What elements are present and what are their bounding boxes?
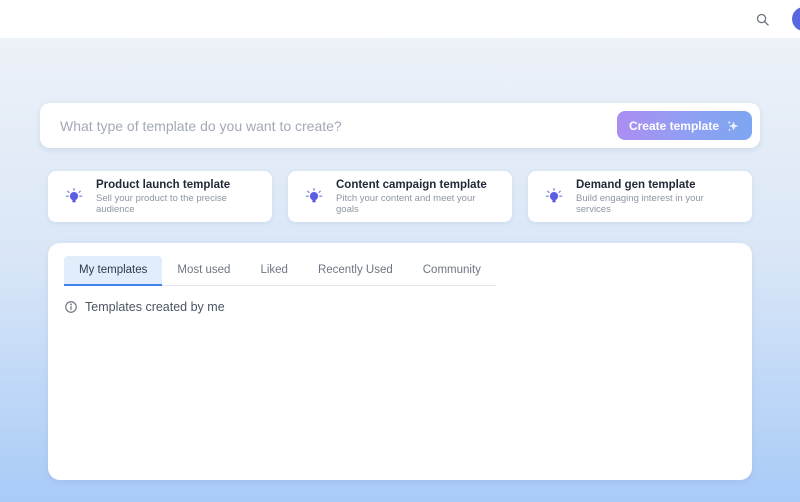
info-icon — [64, 300, 78, 314]
user-avatar[interactable] — [792, 7, 800, 31]
template-prompt-input[interactable] — [60, 118, 617, 134]
top-bar — [0, 0, 800, 38]
search-icon — [755, 12, 770, 27]
suggestion-card-demand-gen[interactable]: Demand gen template Build engaging inter… — [528, 171, 752, 222]
templates-tab-bar: My templates Most used Liked Recently Us… — [64, 256, 496, 286]
suggestion-card-content-campaign[interactable]: Content campaign template Pitch your con… — [288, 171, 512, 222]
card-text-block: Product launch template Sell your produc… — [96, 179, 258, 215]
empty-state-message: Templates created by me — [85, 300, 225, 314]
card-subtitle: Sell your product to the precise audienc… — [96, 193, 258, 215]
empty-state-row: Templates created by me — [64, 300, 736, 314]
tab-community[interactable]: Community — [408, 256, 496, 285]
lightbulb-icon — [304, 187, 324, 207]
card-text-block: Content campaign template Pitch your con… — [336, 179, 498, 215]
create-template-button[interactable]: Create template — [617, 111, 752, 140]
lightbulb-icon — [64, 187, 84, 207]
create-template-button-label: Create template — [629, 119, 719, 133]
tab-recently-used[interactable]: Recently Used — [303, 256, 408, 285]
suggestion-card-product-launch[interactable]: Product launch template Sell your produc… — [48, 171, 272, 222]
card-title: Content campaign template — [336, 179, 498, 191]
tab-liked[interactable]: Liked — [245, 256, 303, 285]
sparkles-icon — [726, 119, 740, 133]
card-title: Product launch template — [96, 179, 258, 191]
card-title: Demand gen template — [576, 179, 738, 191]
template-prompt-bar: Create template — [40, 103, 760, 148]
lightbulb-icon — [544, 187, 564, 207]
card-subtitle: Build engaging interest in your services — [576, 193, 738, 215]
suggestion-cards-row: Product launch template Sell your produc… — [48, 171, 752, 222]
main-content: Create template — [0, 103, 800, 480]
tab-my-templates[interactable]: My templates — [64, 256, 162, 285]
card-subtitle: Pitch your content and meet your goals — [336, 193, 498, 215]
templates-panel: My templates Most used Liked Recently Us… — [48, 243, 752, 480]
tab-most-used[interactable]: Most used — [162, 256, 245, 285]
card-text-block: Demand gen template Build engaging inter… — [576, 179, 738, 215]
search-button[interactable] — [750, 7, 774, 31]
